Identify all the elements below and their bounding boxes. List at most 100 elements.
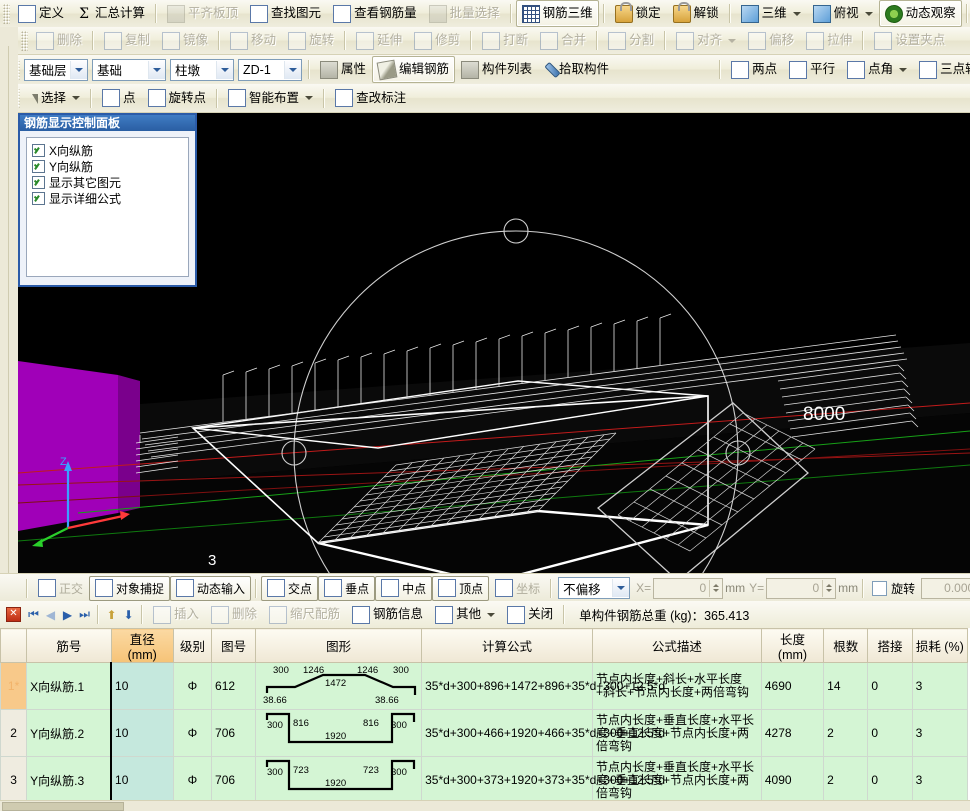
column-header-idx[interactable]: [1, 629, 27, 663]
column-header-lap[interactable]: 搭接: [868, 629, 912, 663]
main-tool-cube-icon[interactable]: 三维: [735, 0, 807, 27]
draw-tool-select-icon[interactable]: 选择: [22, 85, 86, 112]
snap-mode-osnap-icon[interactable]: 对象捕捉: [89, 576, 170, 601]
chevron-down-icon[interactable]: [899, 68, 907, 72]
column-header-desc[interactable]: 公式描述: [592, 629, 761, 663]
cell-diameter[interactable]: 10: [111, 757, 173, 804]
draw-tool-edit-annotation-icon[interactable]: 查改标注: [329, 85, 412, 112]
cell-shape[interactable]: 300 723 723 300 1920: [256, 757, 422, 804]
chevron-down-icon[interactable]: [865, 12, 873, 16]
checkbox-icon[interactable]: [32, 176, 45, 189]
cell-description[interactable]: 节点内长度+斜长+水平长度+斜长+节点内长度+两倍弯钩: [592, 663, 761, 710]
comp-tool-member-list-icon[interactable]: 构件列表: [455, 56, 538, 83]
main-tool-lock-icon[interactable]: 锁定: [609, 0, 667, 27]
cell-shape-no[interactable]: 612: [212, 663, 256, 710]
toolbar-grip[interactable]: [21, 31, 28, 51]
cell-count[interactable]: 14: [824, 663, 868, 710]
cell-lap[interactable]: 0: [868, 710, 912, 757]
cell-formula[interactable]: 35*d+300+896+1472+896+35*d+300+12.5*d: [422, 663, 593, 710]
column-header-loss[interactable]: 损耗 (%): [912, 629, 967, 663]
cell-grade[interactable]: Φ: [173, 757, 211, 804]
snap-coordinate-icon[interactable]: 坐标: [489, 576, 546, 601]
rotate-input[interactable]: 0.000: [921, 578, 970, 599]
move-down-button[interactable]: ⬇: [120, 606, 137, 624]
draw-tool-rotate-point-icon[interactable]: 旋转点: [142, 85, 213, 112]
cell-count[interactable]: 2: [824, 710, 868, 757]
cell-shape-no[interactable]: 706: [212, 757, 256, 804]
snap-vertex-icon[interactable]: 顶点: [432, 576, 489, 601]
axis-tool-point-angle-icon[interactable]: 点角: [841, 56, 913, 83]
checkbox-icon[interactable]: [32, 144, 45, 157]
checkbox-icon[interactable]: [32, 192, 45, 205]
column-header-shape[interactable]: 图形: [256, 629, 422, 663]
column-header-shapeno[interactable]: 图号: [212, 629, 256, 663]
chevron-down-icon[interactable]: [305, 96, 313, 100]
cell-lap[interactable]: 0: [868, 757, 912, 804]
main-tool-view-rebar-icon[interactable]: 查看钢筋量: [327, 0, 423, 27]
last-record-button[interactable]: ⏭: [76, 606, 93, 624]
move-up-button[interactable]: ⬆: [103, 606, 120, 624]
close-grid-icon[interactable]: ✕: [6, 607, 21, 622]
axis-tool-two-point-icon[interactable]: 两点: [725, 56, 783, 83]
main-tool-sigma-icon[interactable]: Σ汇总计算: [70, 0, 151, 27]
table-row[interactable]: 2Y向纵筋.210Φ706 300 816 816 300 1920 35*d+…: [1, 710, 968, 757]
main-tool-define-icon[interactable]: 定义: [12, 0, 70, 27]
x-offset-input[interactable]: 0: [653, 578, 723, 599]
cell-description[interactable]: 节点内长度+垂直长度+水平长度+垂直长度+节点内长度+两倍弯钩: [592, 757, 761, 804]
main-tool-orbit-icon[interactable]: 动态观察: [879, 0, 962, 27]
rebar-display-panel[interactable]: 钢筋显示控制面板 X向纵筋Y向纵筋显示其它图元显示详细公式: [18, 113, 197, 287]
snap-mode-ortho-icon[interactable]: 正交: [32, 576, 89, 601]
chevron-down-icon[interactable]: [487, 613, 495, 617]
combo-category[interactable]: 基础: [92, 59, 166, 81]
column-header-grade[interactable]: 级别: [173, 629, 211, 663]
toolbar-grip[interactable]: [3, 4, 10, 24]
cell-loss[interactable]: 3: [912, 663, 967, 710]
rebar-option-1[interactable]: Y向纵筋: [30, 158, 185, 174]
column-header-name[interactable]: 筋号: [27, 629, 111, 663]
main-tool-rebar-3d-icon[interactable]: 钢筋三维: [516, 0, 599, 27]
first-record-button[interactable]: ⏮: [25, 606, 42, 624]
row-index[interactable]: 1*: [1, 663, 27, 710]
rebar-option-3[interactable]: 显示详细公式: [30, 190, 185, 206]
main-tool-binoculars-icon[interactable]: 查找图元: [244, 0, 327, 27]
cell-length[interactable]: 4690: [761, 663, 823, 710]
y-offset-input[interactable]: 0: [766, 578, 836, 599]
cell-formula[interactable]: 35*d+300+466+1920+466+35*d+300+12.5*d: [422, 710, 593, 757]
chevron-down-icon[interactable]: [148, 61, 165, 79]
row-index[interactable]: 3: [1, 757, 27, 804]
chevron-down-icon[interactable]: [72, 96, 80, 100]
cell-loss[interactable]: 3: [912, 757, 967, 804]
chevron-down-icon[interactable]: [284, 61, 301, 79]
prev-record-button[interactable]: ◀: [42, 606, 59, 624]
main-tool-topview-icon[interactable]: 俯视: [807, 0, 879, 27]
offset-mode-combo[interactable]: 不偏移: [558, 577, 630, 599]
cell-diameter[interactable]: 10: [111, 710, 173, 757]
cell-diameter[interactable]: 10: [111, 663, 173, 710]
cell-name[interactable]: Y向纵筋.3: [27, 757, 111, 804]
grid-tool-other-icon[interactable]: 其他: [429, 601, 501, 628]
comp-tool-edit-rebar-icon[interactable]: 编辑钢筋: [372, 56, 455, 83]
rotate-checkbox[interactable]: [872, 581, 887, 596]
cell-name[interactable]: Y向纵筋.2: [27, 710, 111, 757]
next-record-button[interactable]: ▶: [59, 606, 76, 624]
comp-tool-properties-icon[interactable]: 属性: [314, 56, 372, 83]
draw-tool-point-icon[interactable]: 点: [96, 85, 142, 112]
main-tool-unlock-icon[interactable]: 解锁: [667, 0, 725, 27]
cell-shape[interactable]: 300 1246 1246 300 1472 38.66 38.66: [256, 663, 422, 710]
cell-loss[interactable]: 3: [912, 710, 967, 757]
cell-length[interactable]: 4090: [761, 757, 823, 804]
x-offset-spinner[interactable]: [709, 580, 722, 597]
cell-name[interactable]: X向纵筋.1: [27, 663, 111, 710]
snap-perpendicular-icon[interactable]: 垂点: [318, 576, 375, 601]
chevron-down-icon[interactable]: [70, 61, 87, 79]
cell-length[interactable]: 4278: [761, 710, 823, 757]
snap-mode-dyninput-icon[interactable]: 动态输入: [170, 576, 251, 601]
chevron-down-icon[interactable]: [793, 12, 801, 16]
checkbox-icon[interactable]: [32, 160, 45, 173]
table-row[interactable]: 3Y向纵筋.310Φ706 300 723 723 300 1920 35*d+…: [1, 757, 968, 804]
cell-description[interactable]: 节点内长度+垂直长度+水平长度+垂直长度+节点内长度+两倍弯钩: [592, 710, 761, 757]
cell-grade[interactable]: Φ: [173, 710, 211, 757]
row-index[interactable]: 2: [1, 710, 27, 757]
axis-tool-three-point-axis-icon[interactable]: 三点辅轴: [913, 56, 970, 83]
cell-grade[interactable]: Φ: [173, 663, 211, 710]
